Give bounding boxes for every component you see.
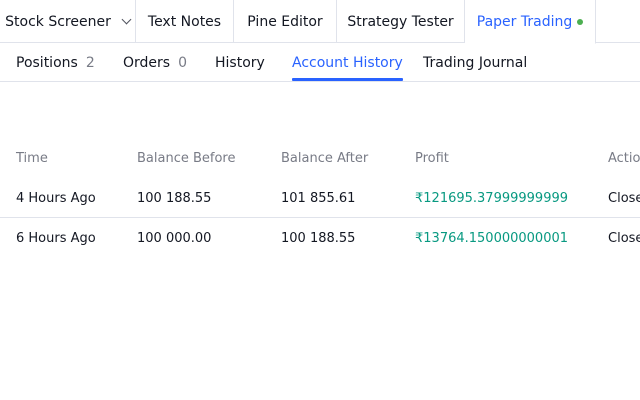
cell-time: 6 Hours Ago xyxy=(16,230,96,246)
tab-label: Pine Editor xyxy=(247,13,323,30)
column-header-balance-after[interactable]: Balance After xyxy=(281,138,368,178)
column-header-profit[interactable]: Profit xyxy=(415,138,449,178)
tab-strategy-tester[interactable]: Strategy Tester xyxy=(337,0,465,43)
tab-label: Paper Trading xyxy=(476,13,573,30)
tab-pine-editor[interactable]: Pine Editor xyxy=(234,0,337,43)
cell-action: Close xyxy=(608,230,640,246)
chevron-down-icon[interactable] xyxy=(121,14,132,24)
subtab-history[interactable]: History xyxy=(215,43,265,82)
tab-stock-screener[interactable]: Stock Screener xyxy=(0,0,136,43)
cell-balance-after: 100 188.55 xyxy=(281,230,356,246)
subtab-positions[interactable]: Positions 2 xyxy=(16,43,95,82)
tab-label: Text Notes xyxy=(147,13,222,30)
subtab-label: History xyxy=(215,54,265,71)
account-subtabs: Positions 2 Orders 0 History Account His… xyxy=(0,43,640,82)
subtab-label: Account History xyxy=(292,54,403,71)
column-header-action[interactable]: Actio xyxy=(608,138,640,178)
cell-time: 4 Hours Ago xyxy=(16,190,96,206)
cell-balance-before: 100 000.00 xyxy=(137,230,212,246)
cell-balance-before: 100 188.55 xyxy=(137,190,212,206)
table-row[interactable]: 4 Hours Ago 100 188.55 101 855.61 ₹12169… xyxy=(0,178,640,218)
table-header-row: Time Balance Before Balance After Profit… xyxy=(0,138,640,178)
subtab-label: Orders xyxy=(123,54,171,71)
table-row[interactable]: 6 Hours Ago 100 000.00 100 188.55 ₹13764… xyxy=(0,218,640,258)
status-dot-icon xyxy=(577,18,584,25)
tab-label: Strategy Tester xyxy=(347,13,454,30)
subtab-orders[interactable]: Orders 0 xyxy=(123,43,187,82)
cell-profit: ₹121695.37999999999 xyxy=(415,190,569,206)
tab-text-notes[interactable]: Text Notes xyxy=(136,0,234,43)
bottom-panel-tabbar: Stock Screener Text Notes Pine Editor St… xyxy=(0,0,640,44)
tab-label: Stock Screener xyxy=(5,13,111,30)
positions-count: 2 xyxy=(85,54,95,71)
cell-action: Close xyxy=(608,190,640,206)
subtab-account-history[interactable]: Account History xyxy=(292,43,403,82)
subtab-label: Positions xyxy=(16,54,78,71)
column-header-time[interactable]: Time xyxy=(16,138,48,178)
account-history-table: Time Balance Before Balance After Profit… xyxy=(0,138,640,258)
column-header-balance-before[interactable]: Balance Before xyxy=(137,138,235,178)
subtab-trading-journal[interactable]: Trading Journal xyxy=(423,43,527,82)
cell-balance-after: 101 855.61 xyxy=(281,190,356,206)
subtab-label: Trading Journal xyxy=(423,54,528,71)
orders-count: 0 xyxy=(178,54,188,71)
cell-profit: ₹13764.150000000001 xyxy=(415,230,569,246)
tab-paper-trading[interactable]: Paper Trading xyxy=(465,0,596,44)
